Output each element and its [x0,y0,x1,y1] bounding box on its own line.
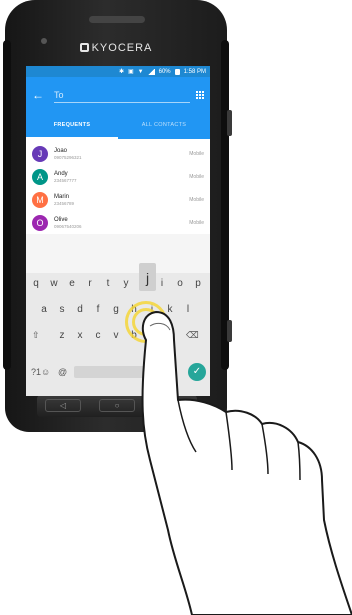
status-bar: ✱ ▣ ▼ 60% 1:58 PM [26,66,210,77]
avatar: J [32,145,48,162]
contact-row[interactable]: A Andy 234567777 Mobile [26,165,210,188]
key-d[interactable]: d [72,304,88,315]
shift-icon[interactable]: ⇧ [32,330,40,341]
key-r[interactable]: r [82,278,98,289]
clock: 1:58 PM [183,68,206,75]
key-t[interactable]: t [100,278,116,289]
contact-row[interactable]: J Joao 09075296321 Mobile [26,142,210,165]
at-key[interactable]: @ [58,367,67,377]
key-e[interactable]: e [64,278,80,289]
recipient-input[interactable] [54,87,190,103]
app-bar: ← [26,77,210,113]
key-preview-popup: j [139,263,156,291]
key-i[interactable]: i [154,278,170,289]
phone-screen: ✱ ▣ ▼ 60% 1:58 PM ← FREQUENTS ALL CONTAC… [26,66,210,396]
contact-list: J Joao 09075296321 Mobile A Andy 2345677… [26,139,210,234]
key-q[interactable]: q [28,278,44,289]
dialpad-icon[interactable] [196,91,204,99]
number-type: Mobile [189,219,204,226]
space-bar[interactable] [74,366,174,378]
number-type: Mobile [189,150,204,157]
volume-key[interactable] [227,110,232,136]
number-type: Mobile [189,196,204,203]
contact-number: 234567777 [54,177,77,183]
battery-icon [174,68,180,75]
checkmark-icon[interactable]: ✓ [188,363,206,381]
battery-percent: 60% [158,68,171,75]
keyboard-row-3: ⇧ z x c v b n m ⌫ [26,325,210,351]
vibrate-icon: ▣ [128,69,134,75]
tap-indicator-inner [132,308,160,336]
avatar: M [32,191,48,208]
contact-number: 23456789 [54,200,75,206]
key-y[interactable]: y [118,278,134,289]
brand-name: KYOCERA [91,42,153,54]
tab-all-contacts[interactable]: ALL CONTACTS [118,113,210,139]
avatar: O [32,214,48,231]
key-c[interactable]: c [90,330,106,341]
side-button[interactable] [227,320,232,342]
signal-icon [147,68,155,75]
key-o[interactable]: o [172,278,188,289]
avatar: A [32,168,48,185]
key-v[interactable]: v [108,330,124,341]
contact-tabs: FREQUENTS ALL CONTACTS [26,113,210,139]
home-key[interactable]: ○ [99,399,135,412]
backspace-icon[interactable]: ⌫ [186,330,199,341]
contact-name: Joao [54,147,68,154]
tab-frequents[interactable]: FREQUENTS [26,113,118,139]
wifi-icon: ▼ [137,68,144,75]
key-l[interactable]: l [180,304,196,315]
hardware-nav-keys: ◁ ○ □ [37,395,197,417]
key-x[interactable]: x [72,330,88,341]
earpiece-speaker [89,16,145,23]
back-key[interactable]: ◁ [45,399,81,412]
recents-key[interactable]: □ [153,399,189,412]
kyocera-logo-icon [79,43,89,52]
keyboard-row-1: q w e r t y u i o p j [26,263,210,299]
contact-number: 09075296321 [54,154,82,160]
key-z[interactable]: z [54,330,70,341]
contact-name: Andy [54,170,68,177]
key-p[interactable]: p [190,278,206,289]
key-w[interactable]: w [46,278,62,289]
arrow-left-icon[interactable]: ← [32,88,48,102]
contact-name: Olive [54,216,68,223]
symbols-key[interactable]: ?1☺ [31,367,50,377]
key-s[interactable]: s [54,304,70,315]
key-g[interactable]: g [108,304,124,315]
contact-number: 09067540206 [54,223,82,229]
contact-row[interactable]: M Marin 23456789 Mobile [26,188,210,211]
bluetooth-icon: ✱ [118,69,124,75]
key-a[interactable]: a [36,304,52,315]
left-bumper [3,40,11,370]
contact-name: Marin [54,193,70,200]
keyboard-row-2: a s d f g h j k l [26,299,210,325]
brand-logo: KYOCERA [5,42,227,54]
soft-keyboard: q w e r t y u i o p j a s d f g h j k l … [26,263,210,396]
number-type: Mobile [189,173,204,180]
key-f[interactable]: f [90,304,106,315]
contact-row[interactable]: O Olive 09067540206 Mobile [26,211,210,234]
